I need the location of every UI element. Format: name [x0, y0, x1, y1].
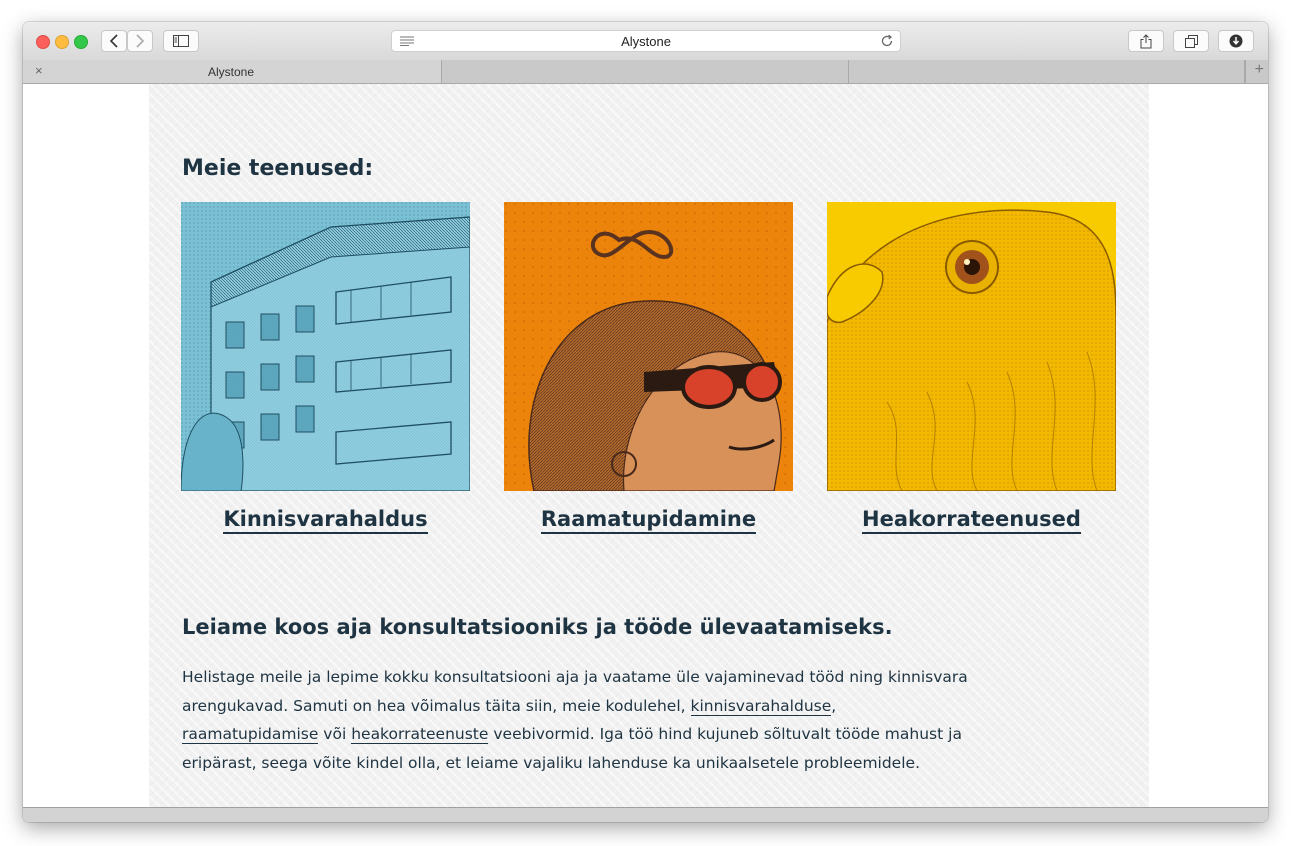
sidebar-button[interactable] — [163, 30, 199, 52]
link-heakorrateenused[interactable]: heakorrateenuste — [351, 725, 489, 744]
back-button[interactable] — [101, 30, 127, 52]
consultation-heading: Leiame koos aja konsultatsiooniks ja töö… — [182, 615, 893, 639]
service-link-label: Raamatupidamine — [540, 507, 757, 534]
woman-sunglasses-illustration[interactable] — [504, 202, 793, 491]
url-text: Alystone — [621, 34, 671, 49]
link-raamatupidamine[interactable]: raamatupidamise — [182, 725, 319, 744]
paragraph-text: või — [318, 725, 352, 743]
reload-icon[interactable] — [880, 34, 894, 48]
service-link-label: Kinnisvarahaldus — [223, 507, 428, 534]
paragraph-text: , — [831, 696, 837, 715]
service-card-heakorrateenused: Heakorrateenused — [827, 202, 1116, 534]
tab-bar: × Alystone + — [23, 60, 1268, 84]
chevron-right-icon — [136, 34, 145, 48]
address-bar[interactable]: Alystone — [391, 30, 901, 52]
window-zoom-button[interactable] — [74, 35, 88, 49]
service-link-raamatupidamine[interactable]: Raamatupidamine — [504, 507, 793, 534]
page-content: Meie teenused: Kinnisvarahaldus Raamatup… — [149, 84, 1149, 807]
forward-button[interactable] — [127, 30, 153, 52]
share-button[interactable] — [1128, 30, 1164, 52]
service-link-kinnisvarahaldus[interactable]: Kinnisvarahaldus — [181, 507, 470, 534]
status-bar — [23, 807, 1268, 822]
tab-alystone[interactable]: × Alystone — [23, 60, 442, 83]
service-link-heakorrateenused[interactable]: Heakorrateenused — [827, 507, 1116, 534]
tabs-overview-button[interactable] — [1173, 30, 1209, 52]
tabs-icon — [1184, 34, 1198, 48]
tab-empty[interactable] — [442, 60, 849, 83]
services-heading: Meie teenused: — [182, 156, 374, 181]
service-link-label: Heakorrateenused — [862, 507, 1081, 534]
building-illustration[interactable] — [181, 202, 470, 491]
close-tab-icon[interactable]: × — [35, 63, 43, 78]
service-card-kinnisvarahaldus: Kinnisvarahaldus — [181, 202, 470, 534]
paragraph-text: Helistage meile ja lepime kokku konsulta… — [182, 668, 968, 715]
tab-empty[interactable] — [849, 60, 1245, 83]
window-minimize-button[interactable] — [55, 35, 69, 49]
browser-toolbar: Alystone — [23, 22, 1268, 61]
plus-icon: + — [1254, 61, 1264, 78]
browser-window: Alystone × Alystone + Meie teenused: Kin… — [23, 22, 1268, 822]
new-tab-button[interactable]: + — [1245, 60, 1268, 83]
window-close-button[interactable] — [36, 35, 50, 49]
chevron-left-icon — [109, 34, 118, 48]
pigeon-illustration[interactable] — [827, 202, 1116, 491]
service-card-raamatupidamine: Raamatupidamine — [504, 202, 793, 534]
tab-label: Alystone — [208, 65, 255, 79]
downloads-button[interactable] — [1218, 30, 1254, 52]
link-kinnisvarahaldus[interactable]: kinnisvarahalduse — [690, 696, 832, 716]
sidebar-icon — [173, 35, 189, 47]
share-icon — [1140, 33, 1152, 48]
download-icon — [1229, 34, 1243, 48]
consultation-paragraph: Helistage meile ja lepime kokku konsulta… — [182, 663, 972, 777]
page-viewport[interactable]: Meie teenused: Kinnisvarahaldus Raamatup… — [23, 84, 1268, 807]
